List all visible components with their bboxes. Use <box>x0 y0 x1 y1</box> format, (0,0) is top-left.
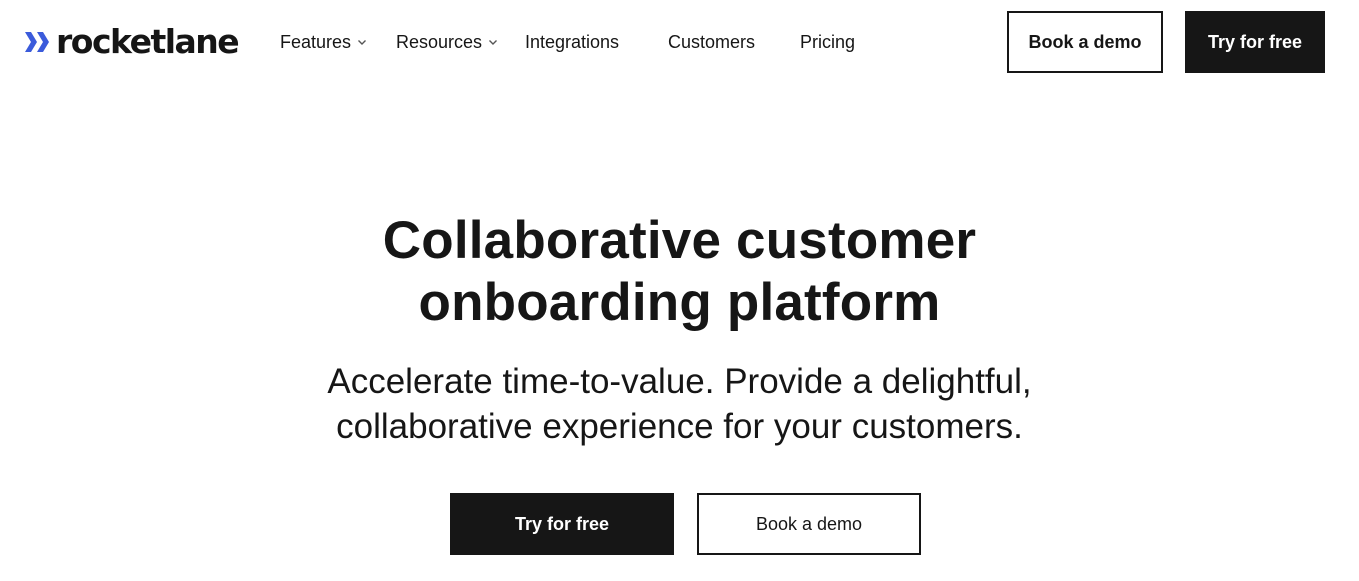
nav-features[interactable]: Features <box>280 30 367 54</box>
site-header: rocketlane Features Resources Integratio… <box>0 0 1359 84</box>
nav-pricing-label: Pricing <box>800 31 856 52</box>
nav-resources-label: Resources <box>396 31 483 52</box>
hero-subtitle: Accelerate time-to-value. Provide a deli… <box>0 359 1359 449</box>
chevron-down-icon <box>489 40 498 45</box>
nav-integrations-label: Integrations <box>525 31 620 52</box>
header-try-free-button[interactable]: Try for free <box>1185 11 1325 73</box>
rocketlane-chevrons-icon <box>25 32 49 52</box>
chevron-down-icon <box>358 40 367 45</box>
hero-try-free-button[interactable]: Try for free <box>450 493 674 555</box>
nav-customers-label: Customers <box>668 31 756 52</box>
nav-resources[interactable]: Resources <box>396 30 498 54</box>
hero-book-demo-button[interactable]: Book a demo <box>697 493 921 555</box>
hero-title-line-1: Collaborative customer <box>382 211 977 270</box>
header-book-demo-button[interactable]: Book a demo <box>1007 11 1163 73</box>
brand-logo[interactable]: rocketlane <box>24 22 240 62</box>
nav-features-label: Features <box>280 31 352 52</box>
hero-title: Collaborative customer onboarding platfo… <box>0 210 1359 334</box>
nav-customers[interactable]: Customers <box>668 30 755 54</box>
hero-subtitle-line-2: collaborative experience for your custom… <box>336 407 1023 446</box>
hero-subtitle-line-1: Accelerate time-to-value. Provide a deli… <box>327 362 1032 401</box>
brand-name: rocketlane <box>56 22 240 61</box>
nav-pricing[interactable]: Pricing <box>800 30 855 54</box>
hero-title-line-2: onboarding platform <box>418 273 941 332</box>
nav-integrations[interactable]: Integrations <box>525 30 619 54</box>
